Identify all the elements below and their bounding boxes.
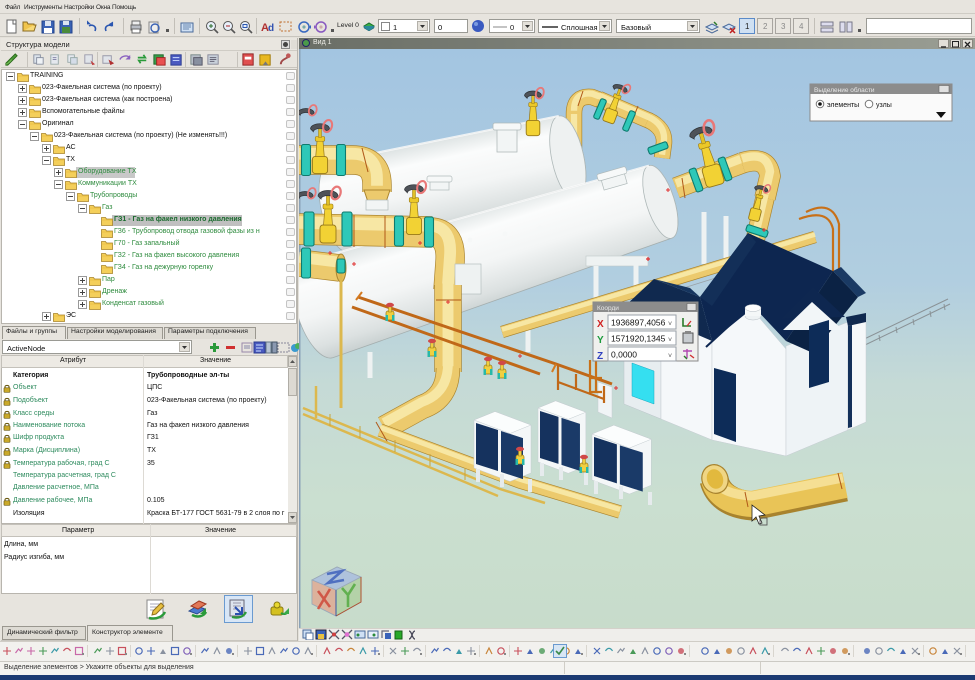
svg-text:элементы: элементы [827,102,859,109]
svg-text:Сплошная: Сплошная [561,23,598,32]
svg-text:˅: ˅ [668,353,672,360]
svg-text:˅: ˅ [668,321,672,328]
svg-text:d: d [268,23,274,34]
svg-text:Коорди: Коорди [597,305,619,312]
svg-text:0,0000: 0,0000 [611,350,637,360]
svg-text:Y: Y [597,335,604,346]
svg-text:1936897,4056: 1936897,4056 [611,318,666,328]
svg-text:Z: Z [597,351,603,362]
svg-text:0: 0 [510,23,514,32]
svg-text:узлы: узлы [876,102,892,109]
svg-text:˅: ˅ [668,337,672,344]
svg-text:1571920,1345: 1571920,1345 [611,334,666,344]
svg-text:X: X [597,319,604,330]
svg-text:Выделение области: Выделение области [814,86,875,94]
